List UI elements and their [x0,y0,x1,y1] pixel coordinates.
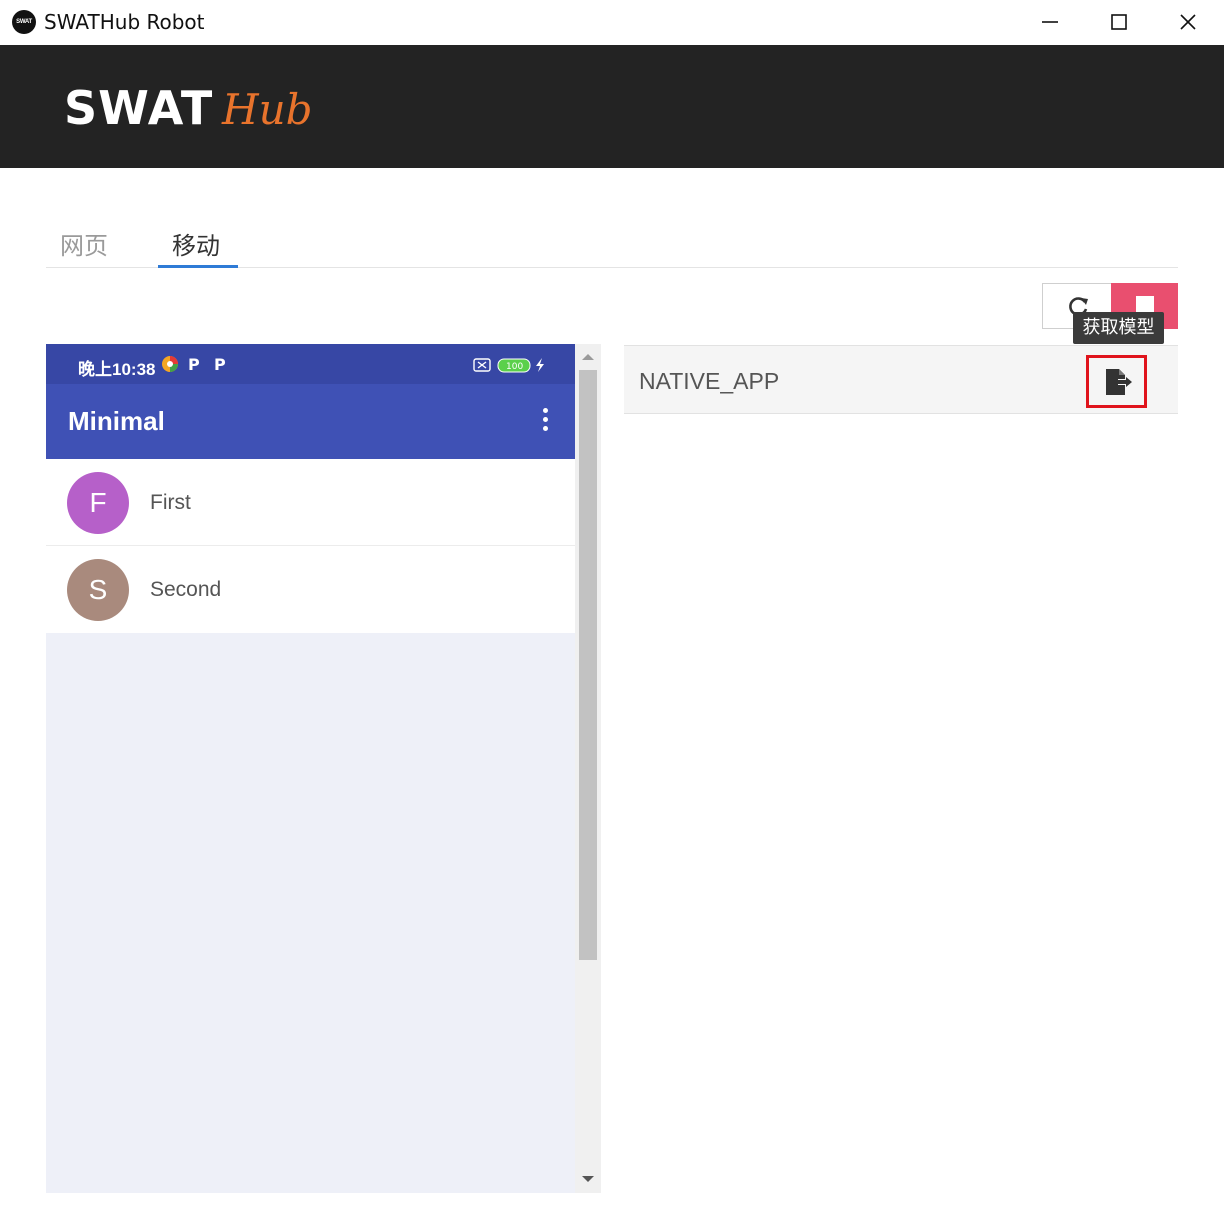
battery-icon: 100 [473,358,544,373]
context-item[interactable]: NATIVE_APP [624,345,1178,414]
close-icon [1180,14,1196,30]
scroll-thumb[interactable] [579,370,597,960]
svg-text:Hub: Hub [221,85,313,134]
list-item[interactable]: S Second [46,546,575,633]
window-title: SWATHub Robot [44,10,205,34]
tab-mobile[interactable]: 移动 [172,226,220,261]
app-title: Minimal [68,406,165,436]
svg-text:P: P [188,355,200,374]
maximize-button[interactable] [1085,0,1153,45]
vertical-scrollbar[interactable] [575,344,601,1193]
avatar: S [67,559,129,621]
more-options-icon[interactable] [540,408,550,436]
svg-text:100: 100 [506,362,523,372]
get-model-button[interactable] [1086,355,1147,408]
list-item[interactable]: F First [46,459,575,546]
tab-web[interactable]: 网页 [60,226,108,261]
notification-icons: P P [162,355,226,374]
swathub-logo: SWAT Hub [64,82,313,135]
app-logo-icon: SWAT [12,10,36,34]
context-label: NATIVE_APP [639,368,780,394]
avatar: F [67,472,129,534]
maximize-icon [1111,14,1127,30]
close-button[interactable] [1154,0,1222,45]
mode-tabs: 网页 移动 [46,218,1178,268]
svg-text:SWAT: SWAT [64,82,213,135]
scroll-down-arrow-icon[interactable] [582,1176,594,1182]
device-status-bar: 晚上10:38 P P 100 [46,344,575,384]
device-screen[interactable]: 晚上10:38 P P 100 Minimal F First S Second [46,344,575,1193]
window-titlebar: SWAT SWATHub Robot [0,0,1224,45]
active-tab-indicator [158,265,238,268]
list-item-label: Second [150,578,222,601]
list-item-label: First [150,491,191,514]
minimize-button[interactable] [1016,0,1084,45]
minimize-icon [1042,21,1058,23]
tooltip: 获取模型 [1073,312,1164,344]
app-bar: Minimal [46,384,575,459]
scroll-up-arrow-icon[interactable] [582,354,594,360]
status-time: 晚上10:38 [78,360,156,379]
svg-text:P: P [214,355,226,374]
export-file-icon [1106,369,1132,395]
